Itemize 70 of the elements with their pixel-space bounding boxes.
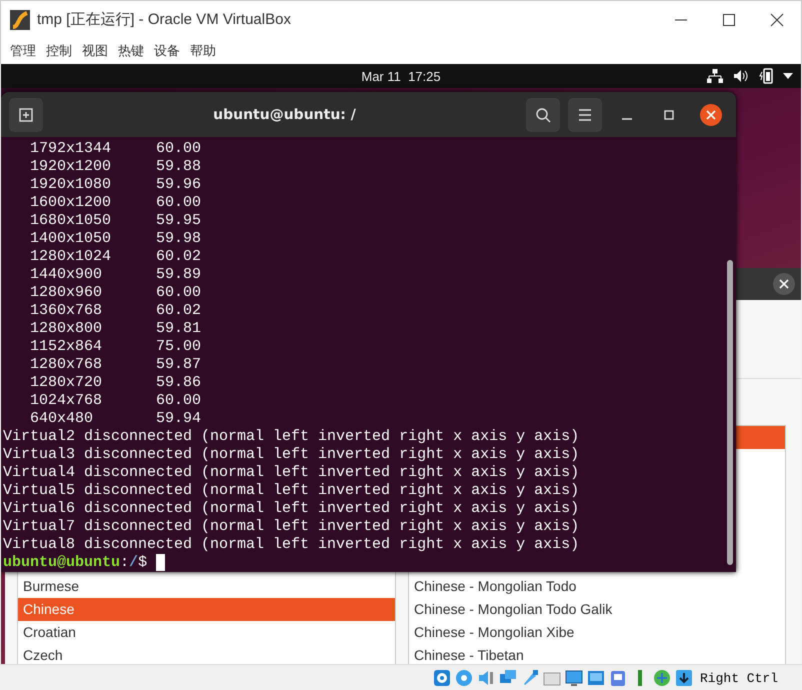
close-button[interactable] — [773, 273, 795, 295]
terminal-line: 1280x768 59.87 — [29, 356, 202, 374]
terminal-line: Virtual2 disconnected (normal left inverted right x axis y axis) — [3, 428, 580, 446]
maximize-icon — [722, 12, 736, 26]
terminal-line: 1920x1080 59.96 — [29, 176, 202, 194]
window-title: tmp [正在运行] - Oracle VM VirtualBox — [37, 10, 292, 29]
new-tab-button[interactable] — [9, 98, 43, 132]
terminal-line: 1280x800 59.81 — [29, 320, 202, 338]
terminal-line: 1792x1344 60.00 — [29, 140, 202, 158]
search-icon — [535, 106, 551, 122]
list-item[interactable]: Chinese - Tibetan — [409, 644, 785, 664]
list-item[interactable] — [736, 426, 785, 449]
list-item[interactable]: Chinese - Mongolian Todo Galik — [409, 598, 785, 621]
terminal-line: 1600x1200 60.00 — [29, 194, 202, 212]
menu-item[interactable]: 热键 — [113, 42, 149, 60]
terminal-line: 1680x1050 59.95 — [29, 212, 202, 230]
terminal-line: 1152x864 75.00 — [29, 338, 202, 356]
terminal-line: Virtual4 disconnected (normal left inverted right x axis y axis) — [3, 464, 580, 482]
terminal-line: 640x480 59.94 — [29, 410, 202, 428]
scrollbar[interactable] — [727, 260, 733, 565]
menu-item[interactable]: 帮助 — [185, 42, 221, 60]
list-item[interactable]: Chinese — [18, 598, 395, 621]
keyboard-capture-icon[interactable] — [674, 668, 694, 688]
app-logo-icon — [9, 8, 31, 30]
terminal-line: Virtual5 disconnected (normal left inverted right x axis y axis) — [3, 482, 580, 500]
maximize-icon — [664, 110, 674, 120]
terminal-line: Virtual7 disconnected (normal left inverted right x axis y axis) — [3, 518, 580, 536]
dropdown-arrow-icon[interactable] — [783, 73, 793, 79]
list-item[interactable]: Czech — [18, 644, 395, 664]
terminal-prompt: ubuntu@ubuntu:/$ — [3, 554, 148, 572]
minimize-icon — [674, 18, 688, 20]
optical-disc-icon[interactable] — [454, 668, 474, 688]
list-item[interactable]: Chinese - Mongolian Todo — [409, 575, 785, 598]
clock[interactable]: Mar 11 17:25 — [361, 68, 441, 84]
close-icon — [706, 110, 716, 120]
terminal-line: 1400x1050 59.98 — [29, 230, 202, 248]
terminal-line: 1280x720 59.86 — [29, 374, 202, 392]
list-item[interactable]: Chinese - Mongolian Xibe — [409, 621, 785, 644]
search-button[interactable] — [526, 98, 560, 132]
network-icon[interactable] — [707, 69, 723, 83]
menu-item[interactable]: 管理 — [5, 42, 41, 60]
display-icon[interactable] — [564, 668, 584, 688]
host-key: Right Ctrl — [700, 670, 778, 686]
mouse-integration-icon[interactable] — [652, 668, 672, 688]
menu-icon — [578, 108, 592, 120]
battery-icon[interactable] — [759, 68, 773, 84]
volume-icon[interactable] — [733, 69, 749, 83]
menu-button[interactable] — [568, 98, 602, 132]
close-button[interactable] — [700, 104, 722, 126]
menu-item[interactable]: 控制 — [41, 42, 77, 60]
terminal-line: 1280x1024 60.02 — [29, 248, 202, 266]
close-icon — [770, 12, 784, 26]
terminal-line: Virtual3 disconnected (normal left inverted right x axis y axis) — [3, 446, 580, 464]
terminal-line: 1280x960 60.00 — [29, 284, 202, 302]
menu-item[interactable]: 设备 — [149, 42, 185, 60]
terminal-line: 1024x768 60.00 — [29, 392, 202, 410]
screen-capture-icon[interactable] — [586, 668, 606, 688]
text-cursor — [156, 554, 166, 571]
terminal-line: 1440x900 59.89 — [29, 266, 202, 284]
minimize-icon — [622, 118, 632, 120]
list-item[interactable]: Croatian — [18, 621, 395, 644]
menu-item[interactable]: 视图 — [77, 42, 113, 60]
new-tab-icon — [18, 106, 34, 122]
terminal-line: Virtual8 disconnected (normal left inverted right x axis y axis) — [3, 536, 580, 554]
terminal-line: 1920x1200 59.88 — [29, 158, 202, 176]
terminal-line: 1360x768 60.02 — [29, 302, 202, 320]
list-item[interactable]: Burmese — [18, 575, 395, 598]
terminal-line: Virtual6 disconnected (normal left inverted right x axis y axis) — [3, 500, 580, 518]
terminal-title: ubuntu@ubuntu: / — [212, 106, 357, 122]
close-icon — [779, 279, 789, 289]
